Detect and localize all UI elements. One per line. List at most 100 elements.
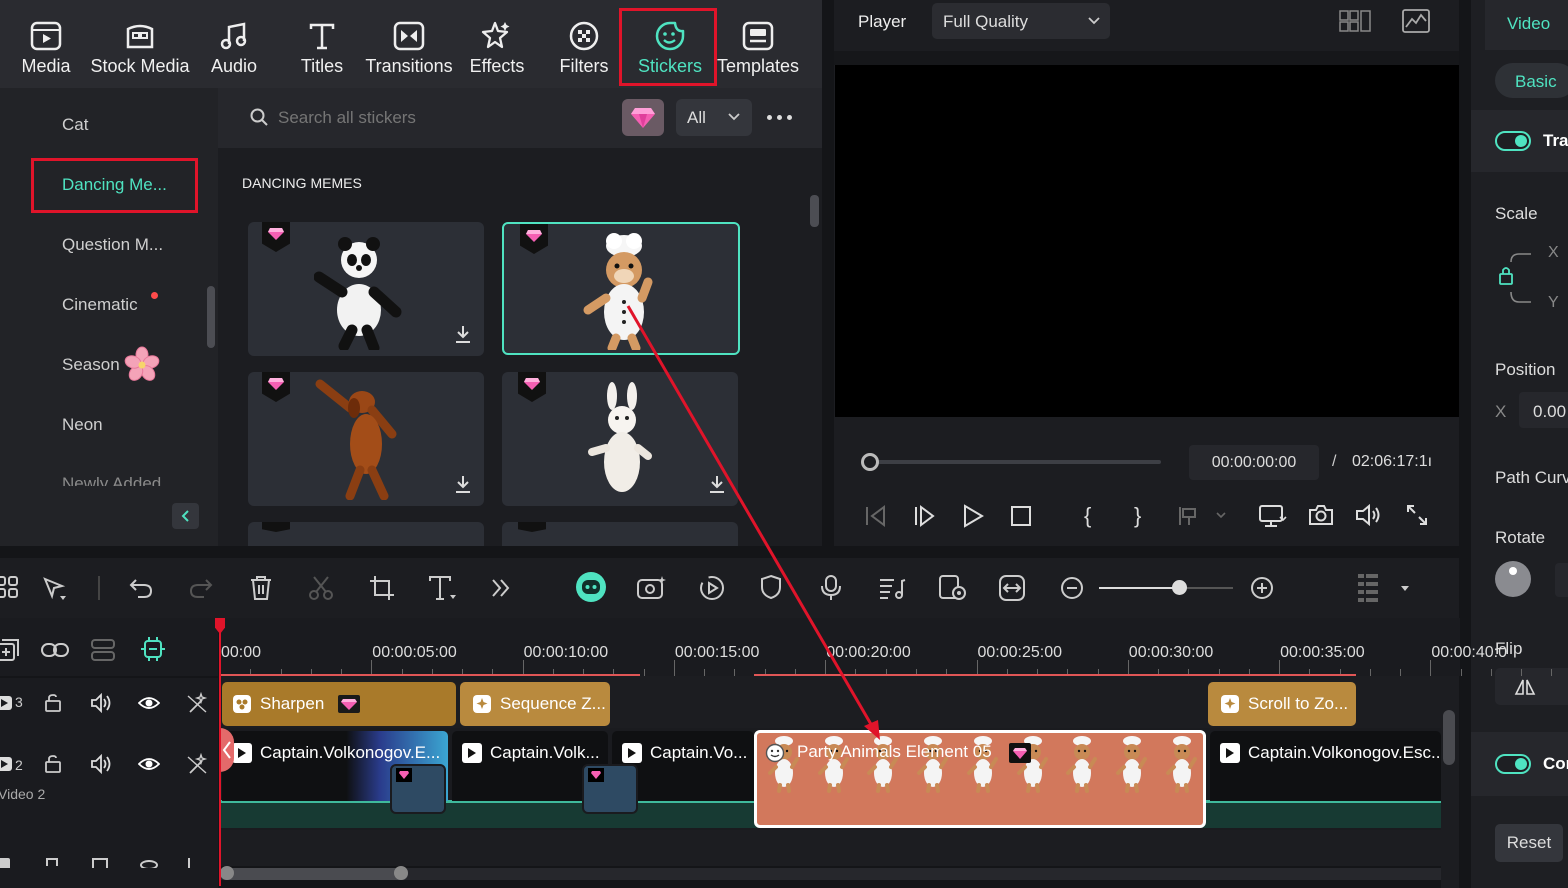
clip-overflow-indicator[interactable] [220,728,234,772]
select-pointer-icon[interactable] [42,576,68,602]
zoom-out-icon[interactable] [1060,576,1084,600]
sticker-card-chef-hamster[interactable] [502,222,740,355]
fullscreen-icon[interactable] [1406,504,1428,526]
sticker-card-dog[interactable] [248,372,484,506]
quality-dropdown[interactable]: Full Quality [932,3,1110,39]
timeline-horizontal-scrollbar[interactable] [220,868,408,880]
lock-track-icon[interactable] [44,754,62,774]
text-tool-icon[interactable] [428,575,458,601]
more-tools-icon[interactable] [490,577,512,599]
download-icon[interactable] [454,474,472,494]
track-manager-icon[interactable] [90,638,116,662]
next-frame-icon[interactable] [913,504,937,528]
mute-track-icon[interactable] [90,693,112,713]
mark-out-icon[interactable]: } [1134,503,1141,529]
tab-templates[interactable]: Templates [716,0,800,88]
auto-enhance-icon[interactable] [186,753,208,775]
transition-marker[interactable] [390,764,446,814]
rotate-input[interactable] [1555,563,1568,597]
video-clip[interactable]: Captain.Volkonogov.Esc... [1210,731,1441,801]
crop-icon[interactable] [369,575,395,601]
filter-dropdown[interactable]: All [676,99,752,136]
search-input[interactable] [278,104,598,132]
category-neon[interactable]: Neon [62,415,103,435]
snapshot-camera-icon[interactable] [1308,504,1334,526]
category-newly-added[interactable]: Newly Added [62,474,161,486]
zoom-slider-track[interactable] [1099,587,1233,589]
category-scrollbar[interactable] [207,286,215,348]
tab-audio[interactable]: Audio [202,0,266,88]
category-cinematic[interactable]: Cinematic [62,295,138,315]
mask-shield-icon[interactable] [760,574,782,600]
sticker-card-partial[interactable] [248,522,484,546]
play-icon[interactable] [962,504,984,528]
download-icon[interactable] [454,324,472,344]
auto-enhance-icon[interactable] [186,692,208,714]
playhead-handle[interactable] [861,453,879,471]
tab-transitions[interactable]: Transitions [362,0,456,88]
effect-clip-sequence-zoom[interactable]: Sequence Z... [460,682,610,726]
audio-mixer-icon[interactable] [878,575,906,601]
playback-progress-track[interactable] [868,460,1161,464]
grid-layout-icon[interactable] [1339,10,1371,32]
display-settings-icon[interactable] [1258,504,1288,528]
category-cat[interactable]: Cat [62,115,88,135]
sticker-clip[interactable]: Party Animals Element 05 [754,730,1206,828]
speed-ramp-icon[interactable] [698,574,726,602]
redo-icon[interactable] [188,576,214,600]
compositing-toggle[interactable] [1495,754,1531,774]
sticker-card-partial[interactable] [502,522,738,546]
timeline-playhead[interactable] [219,622,221,886]
insert-marker-icon[interactable] [1177,505,1227,527]
ai-assistant-icon[interactable] [576,572,606,602]
delete-icon[interactable] [250,575,272,601]
auto-reframe-icon[interactable] [636,574,668,602]
record-voiceover-icon[interactable] [820,574,842,602]
sticker-card-rabbit[interactable] [502,372,738,506]
transition-marker[interactable] [582,764,638,814]
collapse-panel-button[interactable] [172,503,199,529]
ai-track-icon[interactable] [140,636,166,662]
visibility-eye-icon[interactable] [138,695,160,711]
transform-toggle[interactable] [1495,131,1531,151]
previous-frame-icon[interactable] [864,504,888,528]
tab-media[interactable]: Media [14,0,78,88]
tab-stickers[interactable]: Stickers [626,0,714,88]
reset-button[interactable]: Reset [1495,824,1563,862]
video-preview[interactable] [835,65,1459,417]
mark-in-icon[interactable]: { [1084,503,1091,529]
flip-horizontal-button[interactable] [1495,668,1568,705]
category-season[interactable]: Season [62,355,120,375]
volume-icon[interactable] [1355,504,1383,526]
link-clips-icon[interactable] [40,640,70,660]
download-icon[interactable] [708,474,726,494]
track-layout-icon[interactable] [1356,572,1412,604]
tab-filters[interactable]: Filters [552,0,616,88]
tab-titles[interactable]: Titles [290,0,354,88]
timeline-ruler[interactable]: 00:00 00:00:05:00 00:00:10:00 00:00:15:00 00… [220,618,1553,677]
undo-icon[interactable] [128,576,154,600]
zoom-slider-handle[interactable] [1172,580,1187,595]
split-scissors-icon[interactable] [308,575,334,601]
fit-timeline-icon[interactable] [998,574,1026,602]
waveform-monitor-icon[interactable] [1402,9,1430,33]
category-dancing-memes[interactable]: Dancing Me... [62,175,167,195]
stop-icon[interactable] [1010,505,1032,527]
scrollbar-handle-right[interactable] [394,866,408,880]
layout-grid-icon[interactable] [0,576,20,600]
more-options-icon[interactable] [767,115,792,120]
effect-clip-scroll-to-zoom[interactable]: Scroll to Zo... [1208,682,1356,726]
tab-stock-media[interactable]: Stock Media [86,0,194,88]
mute-track-icon[interactable] [90,754,112,774]
keyframe-preview-icon[interactable] [938,574,968,602]
tab-effects[interactable]: Effects [464,0,530,88]
rotate-dial[interactable] [1495,561,1531,597]
sticker-card-panda[interactable] [248,222,484,356]
zoom-in-icon[interactable] [1250,576,1274,600]
visibility-eye-icon[interactable] [138,756,160,772]
add-track-icon[interactable] [0,638,20,662]
premium-filter-button[interactable] [622,99,664,136]
sticker-scrollbar[interactable] [810,195,819,227]
effect-clip-sharpen[interactable]: Sharpen [222,682,456,726]
category-question-memes[interactable]: Question M... [62,235,163,255]
